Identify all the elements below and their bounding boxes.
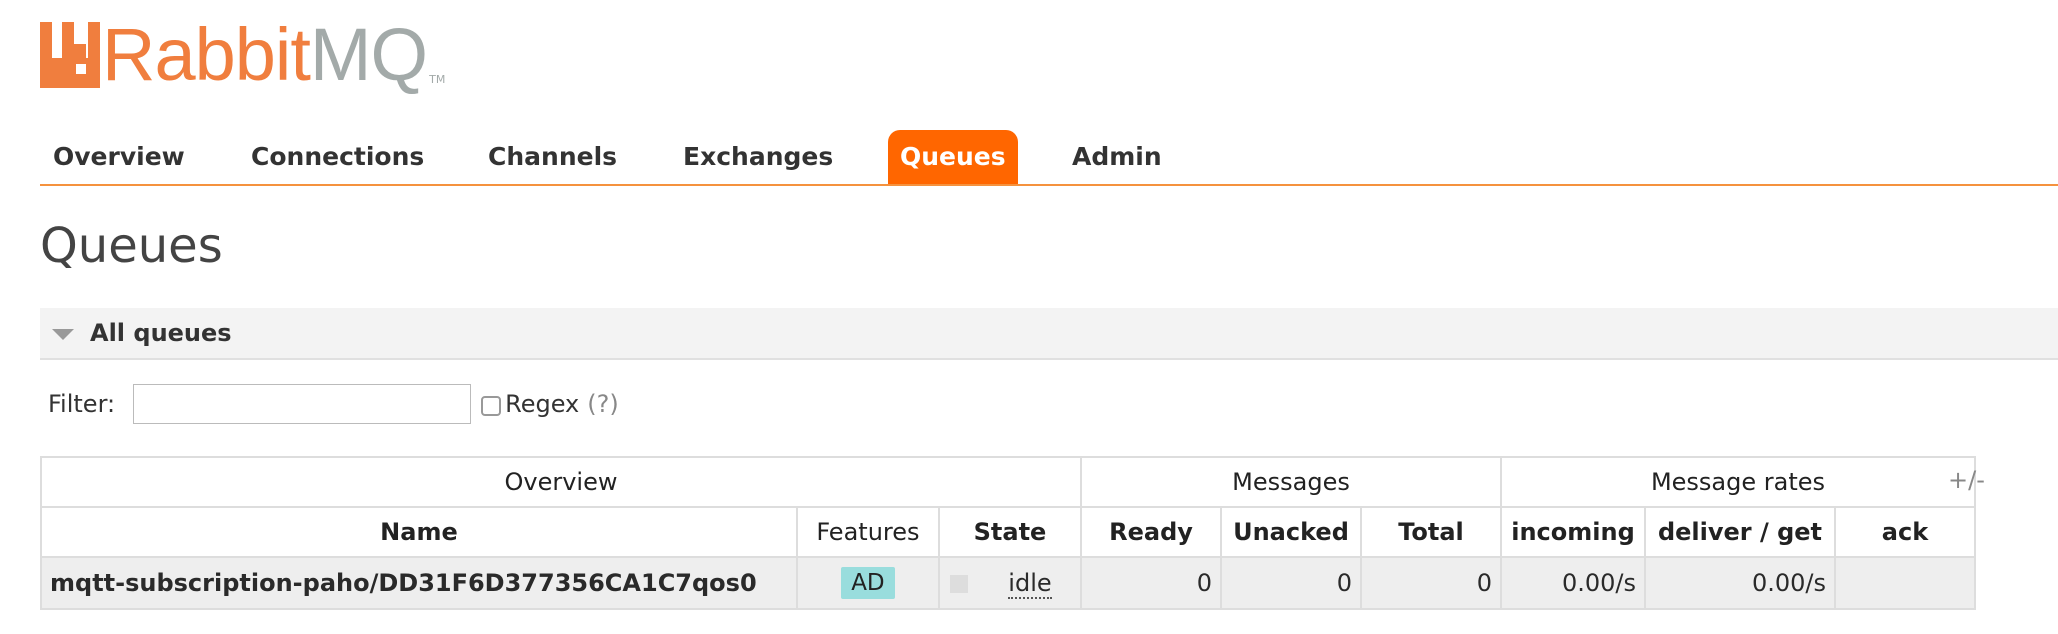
column-header-features: Features: [795, 506, 940, 558]
column-header-name[interactable]: Name: [40, 506, 798, 558]
nav-tab-channels[interactable]: Channels: [488, 130, 617, 184]
features-cell: AD: [795, 556, 940, 610]
ready-count: 0: [1080, 556, 1222, 610]
incoming-rate: 0.00/s: [1500, 556, 1646, 610]
total-count: 0: [1360, 556, 1502, 610]
regex-label: Regex: [505, 390, 580, 418]
all-queues-section-toggle[interactable]: All queues: [40, 308, 2058, 360]
regex-help-link[interactable]: (?): [587, 390, 618, 418]
column-header-ack[interactable]: ack: [1834, 506, 1976, 558]
column-header-ready[interactable]: Ready: [1080, 506, 1222, 558]
nav-tab-queues[interactable]: Queues: [888, 130, 1018, 184]
filter-input[interactable]: [133, 384, 472, 424]
logo-wordmark: RabbitMQ: [102, 18, 428, 92]
logo-text-mq: MQ: [309, 13, 428, 96]
nav-tab-overview[interactable]: Overview: [53, 130, 185, 184]
logo-trademark: TM: [429, 73, 446, 86]
feature-badge: AD: [841, 567, 895, 599]
state-cell: idle: [937, 556, 1083, 610]
queue-name-link[interactable]: mqtt-subscription-paho/DD31F6D377356CA1C…: [40, 556, 798, 610]
deliver-get-rate: 0.00/s: [1644, 556, 1836, 610]
unacked-count: 0: [1220, 556, 1362, 610]
state-text: idle: [1008, 569, 1052, 599]
nav-tab-admin[interactable]: Admin: [1072, 130, 1162, 184]
group-header-messages: Messages: [1080, 456, 1502, 508]
filter-row: Filter: Regex (?): [48, 382, 619, 426]
group-header-overview: Overview: [40, 456, 1082, 508]
table-column-header-row: Name Features State Ready Unacked Total …: [40, 506, 1976, 558]
nav-tab-connections[interactable]: Connections: [251, 130, 424, 184]
table-group-header-row: Overview Messages Message rates: [40, 456, 1976, 508]
filter-label: Filter:: [48, 390, 116, 418]
column-header-total[interactable]: Total: [1360, 506, 1502, 558]
column-header-unacked[interactable]: Unacked: [1220, 506, 1362, 558]
main-nav: Overview Connections Channels Exchanges …: [40, 130, 2058, 186]
ack-rate: [1834, 556, 1976, 610]
state-indicator-icon: [949, 575, 968, 593]
rabbitmq-logo: RabbitMQ TM: [40, 18, 446, 92]
section-title: All queues: [90, 319, 232, 347]
column-header-state[interactable]: State: [937, 506, 1083, 558]
page-title: Queues: [40, 218, 223, 274]
toggle-columns-button[interactable]: +/-: [1948, 466, 1985, 494]
collapse-triangle-icon: [52, 329, 74, 340]
rabbitmq-logo-icon: [40, 22, 100, 88]
nav-tab-exchanges[interactable]: Exchanges: [683, 130, 833, 184]
column-header-deliver-get[interactable]: deliver / get: [1644, 506, 1836, 558]
queues-table: Overview Messages Message rates Name Fea…: [40, 456, 1976, 610]
logo-text-rabbit: Rabbit: [102, 13, 311, 96]
column-header-incoming[interactable]: incoming: [1500, 506, 1646, 558]
regex-checkbox[interactable]: [481, 396, 502, 416]
table-row: mqtt-subscription-paho/DD31F6D377356CA1C…: [40, 556, 1976, 610]
group-header-message-rates: Message rates: [1500, 456, 1976, 508]
